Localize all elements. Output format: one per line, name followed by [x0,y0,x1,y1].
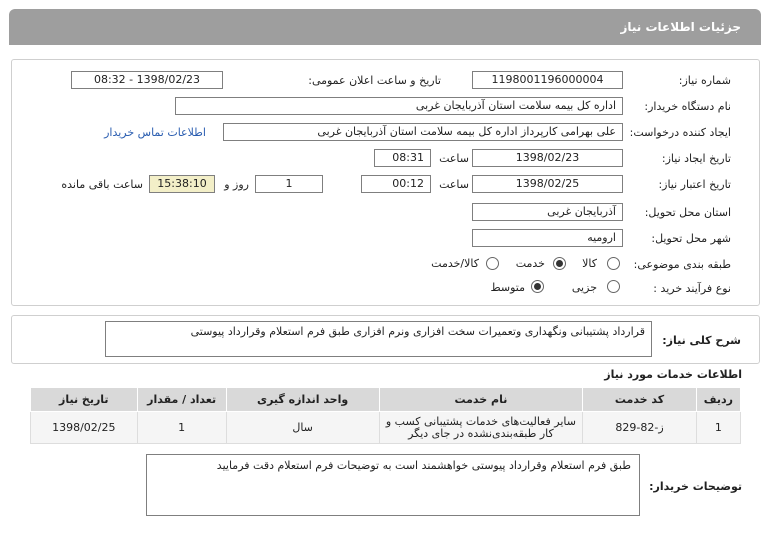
cell-code: ز-82-829 [582,411,697,444]
cell-name: سایر فعالیت‌های خدمات پشتیبانی کسب و کار… [378,411,584,444]
create-time-label: ساعت [439,152,469,165]
cell-row: 1 [695,411,742,444]
cell-date: 1398/02/25 [30,411,138,444]
category-goods-radio[interactable] [607,257,620,270]
remaining-time-field: 15:38:10 [149,175,215,193]
cell-qty: 1 [136,411,227,444]
buyer-org-label: نام دستگاه خریدار: [644,100,731,113]
city-field[interactable]: ارومیه [472,229,623,247]
process-label: نوع فرآیند خرید : [653,282,731,295]
services-table: ردیف کد خدمت نام خدمت واحد اندازه گیری ت… [30,387,742,444]
buyer-notes-text[interactable]: طبق فرم استعلام وقرارداد پیوستی خواهشمند… [146,454,640,516]
category-service-label: خدمت [515,257,545,270]
category-goods-label: کالا [582,257,597,270]
remaining-days-field[interactable]: 1 [255,175,323,193]
services-title: اطلاعات خدمات مورد نیاز [604,368,742,381]
create-date-label: تاریخ ایجاد نیاز: [661,152,731,165]
province-field[interactable]: آذربایجان غربی [472,203,623,221]
category-goods-service-radio[interactable] [486,257,499,270]
days-label: روز و [224,178,249,191]
summary-label: شرح کلی نیاز: [662,334,741,347]
category-label: طبقه بندی موضوعی: [633,258,731,271]
services-header-row: ردیف کد خدمت نام خدمت واحد اندازه گیری ت… [30,387,742,412]
summary-text[interactable]: قرارداد پشتیبانی ونگهداری وتعمیرات سخت ا… [105,321,652,357]
process-minor-radio[interactable] [607,280,620,293]
need-number-field[interactable]: 1198001196000004 [472,71,623,89]
announce-datetime-field[interactable]: 1398/02/23 - 08:32 [71,71,223,89]
category-goods-service-label: کالا/خدمت [431,257,479,270]
col-unit-header: واحد اندازه گیری [225,387,380,412]
col-code-header: کد خدمت [582,387,697,412]
col-qty-header: تعداد / مقدار [136,387,227,412]
process-medium-radio[interactable] [531,280,544,293]
category-service-radio[interactable] [553,257,566,270]
process-medium-label: متوسط [490,281,525,294]
requester-field[interactable]: علی بهرامی کارپرداز اداره کل بیمه سلامت … [223,123,623,141]
create-date-field[interactable]: 1398/02/23 [472,149,623,167]
requester-label: ایجاد کننده درخواست: [629,126,731,139]
validity-time-field[interactable]: 00:12 [361,175,431,193]
process-minor-label: جزیی [571,281,597,294]
col-date-header: تاریخ نیاز [30,387,138,412]
need-number-label: شماره نیاز: [678,74,731,87]
buyer-contact-link[interactable]: اطلاعات تماس خریدار [104,126,206,139]
buyer-notes-label: توضیحات خریدار: [649,480,742,493]
col-row-header: ردیف [695,387,742,412]
province-label: استان محل تحویل: [644,206,731,219]
cell-unit: سال [225,411,380,444]
page-title: جزئیات اطلاعات نیاز [9,9,761,45]
col-name-header: نام خدمت [378,387,584,412]
city-label: شهر محل تحویل: [651,232,731,245]
summary-panel: شرح کلی نیاز: قرارداد پشتیبانی ونگهداری … [11,315,760,364]
remaining-label: ساعت باقی مانده [61,178,143,191]
validity-date-label: تاریخ اعتبار نیاز: [658,178,731,191]
create-time-field[interactable]: 08:31 [374,149,431,167]
table-row[interactable]: 1 ز-82-829 سایر فعالیت‌های خدمات پشتیبان… [30,411,742,444]
buyer-org-field[interactable]: اداره کل بیمه سلامت استان آذربایجان غربی [175,97,623,115]
validity-date-field[interactable]: 1398/02/25 [472,175,623,193]
need-details-panel: شماره نیاز: 1198001196000004 تاریخ و ساع… [11,59,760,306]
validity-time-label: ساعت [439,178,469,191]
announce-datetime-label: تاریخ و ساعت اعلان عمومی: [308,74,441,87]
